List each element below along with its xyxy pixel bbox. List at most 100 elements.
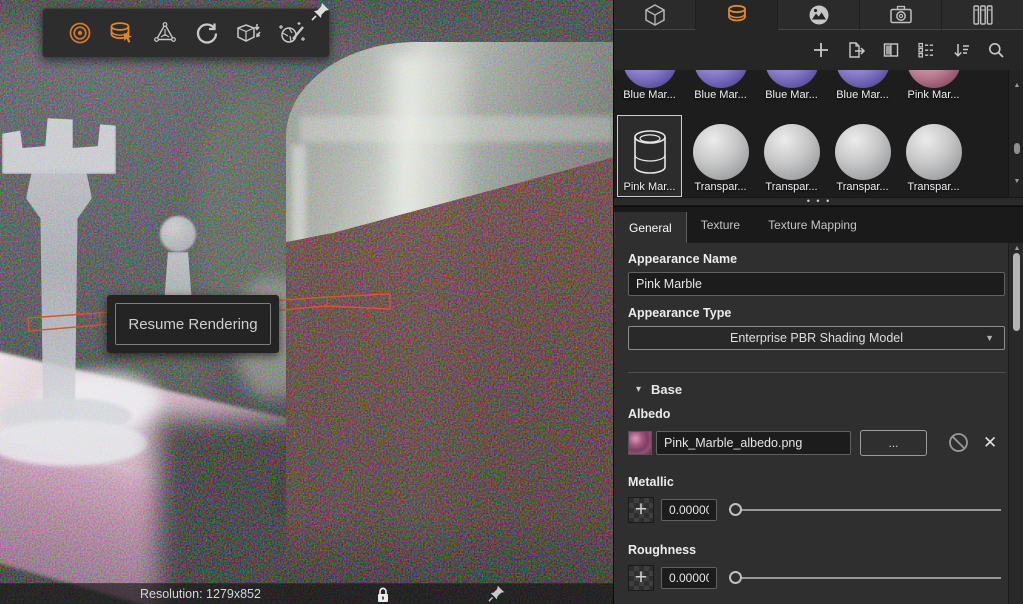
metallic-value-input[interactable]: [661, 499, 717, 521]
roughness-slider[interactable]: [729, 565, 1001, 591]
paint-apply-tool-icon[interactable]: [107, 18, 137, 48]
material-sphere-preview: [836, 70, 890, 88]
slider-handle[interactable]: [729, 503, 742, 516]
metallic-row: +: [628, 497, 1010, 524]
tab-texture[interactable]: Texture: [687, 207, 754, 243]
scroll-up-icon[interactable]: ▲: [1009, 82, 1023, 89]
scene-dark-floor: [158, 418, 348, 604]
rotate-tool-icon[interactable]: [192, 18, 222, 48]
albedo-texture-thumbnail[interactable]: [628, 431, 652, 455]
appearance-name-label: Appearance Name: [628, 252, 737, 266]
material-tile-selected[interactable]: Pink Mar...: [617, 115, 682, 197]
property-tab-bar: General Texture Texture Mapping: [614, 206, 1023, 243]
scene-glass-rook-base: [0, 398, 132, 434]
scene-glass-edge: [292, 145, 306, 590]
resolution-label: Resolution: 1279x852: [140, 584, 261, 604]
base-section-label: Base: [651, 382, 682, 397]
slider-track: [737, 577, 1001, 579]
scroll-up-icon[interactable]: ▲: [1009, 245, 1023, 252]
material-tile[interactable]: Blue Mar...: [685, 70, 756, 104]
scene-marble-tray-front: [0, 428, 318, 604]
object-tool-icon[interactable]: [234, 18, 264, 48]
paint-can-icon: [632, 129, 668, 177]
move-tool-icon[interactable]: [150, 18, 180, 48]
material-tile[interactable]: Blue Mar...: [827, 70, 898, 104]
slider-handle[interactable]: [729, 571, 742, 584]
browse-texture-button[interactable]: ...: [860, 430, 927, 456]
library-toolbar: [614, 30, 1023, 70]
add-roughness-texture-button[interactable]: +: [628, 565, 654, 591]
paint-bucket-icon: [724, 2, 750, 28]
material-sphere-preview: [906, 124, 962, 180]
statusbar-pin-icon[interactable]: [488, 585, 505, 602]
split-view-icon[interactable]: [881, 40, 901, 60]
tab-appearances[interactable]: [696, 0, 778, 30]
scroll-thumb[interactable]: [1014, 143, 1020, 154]
scene-highlight: [38, 372, 162, 434]
scroll-thumb[interactable]: [1013, 253, 1020, 331]
add-metallic-texture-button[interactable]: +: [628, 497, 654, 523]
render-tool-icon[interactable]: [277, 18, 307, 48]
appearance-type-dropdown[interactable]: Enterprise PBR Shading Model ▼: [628, 326, 1005, 350]
clear-texture-icon[interactable]: ✕: [983, 430, 997, 455]
scene-glass-highlight: [378, 55, 478, 585]
albedo-row: ... ✕: [628, 429, 1010, 457]
roughness-value-input[interactable]: [661, 567, 717, 589]
disable-texture-icon[interactable]: [948, 432, 969, 453]
material-tile[interactable]: Blue Mar...: [614, 70, 685, 104]
palette-pin-icon[interactable]: [311, 2, 330, 21]
tab-environments[interactable]: [778, 0, 860, 30]
material-tile[interactable]: Blue Mar...: [756, 70, 827, 104]
sort-icon[interactable]: [951, 40, 971, 60]
material-tile[interactable]: Pink Mar...: [898, 70, 969, 104]
tab-libraries[interactable]: [942, 0, 1023, 30]
panel-tab-bar: [614, 0, 1023, 30]
material-tile[interactable]: Transpar...: [898, 114, 969, 196]
material-label: Pink Mar...: [624, 180, 676, 194]
environment-image-icon: [806, 2, 832, 28]
material-row-main: Pink Mar... Transpar... Transpar... Tran…: [614, 114, 969, 196]
library-scrollbar[interactable]: ▲ ▼: [1008, 70, 1023, 197]
appearance-panel: Blue Mar... Blue Mar... Blue Mar... Blue…: [613, 0, 1023, 604]
resume-rendering-button[interactable]: Resume Rendering: [107, 295, 279, 353]
panel-splitter-handle[interactable]: • • •: [614, 197, 1023, 206]
collapse-caret-icon: ▾: [636, 384, 641, 395]
chevron-down-icon: ▼: [985, 333, 994, 343]
metallic-slider[interactable]: [729, 497, 1001, 523]
material-sphere-preview: [694, 70, 748, 88]
render-noise-overlay: [0, 0, 613, 604]
scene-glass-rook-body: [26, 168, 92, 420]
search-icon[interactable]: [986, 40, 1006, 60]
details-view-icon[interactable]: [916, 40, 936, 60]
tab-texture-mapping[interactable]: Texture Mapping: [754, 207, 871, 243]
render-viewport[interactable]: Resume Rendering Resolution: 1279x852: [0, 0, 613, 604]
scene-marble-tray-top: [0, 345, 292, 517]
camera-icon: [888, 2, 914, 28]
lock-icon[interactable]: [376, 587, 390, 603]
add-appearance-icon[interactable]: [811, 40, 831, 60]
scene-glass-rook-battlement: [2, 112, 116, 174]
target-tool-icon[interactable]: [65, 18, 95, 48]
properties-scrollbar[interactable]: ▲: [1008, 243, 1023, 604]
appearance-name-input[interactable]: [628, 272, 1005, 296]
albedo-file-input[interactable]: [656, 431, 851, 455]
import-icon[interactable]: [846, 40, 866, 60]
material-tile[interactable]: Transpar...: [756, 114, 827, 196]
slider-track: [737, 509, 1001, 511]
tab-models[interactable]: [614, 0, 696, 30]
tab-general[interactable]: General: [614, 212, 687, 243]
roughness-label: Roughness: [628, 543, 696, 557]
material-label: Blue Mar...: [623, 88, 676, 102]
material-sphere-preview: [623, 70, 677, 88]
material-tile[interactable]: Transpar...: [685, 114, 756, 196]
viewport-tool-palette: [42, 8, 330, 58]
tab-cameras[interactable]: [860, 0, 942, 30]
material-row-partial: Blue Mar... Blue Mar... Blue Mar... Blue…: [614, 70, 969, 104]
albedo-label: Albedo: [628, 407, 670, 421]
base-section-header[interactable]: ▾ Base: [636, 382, 682, 397]
appearance-library-list: Blue Mar... Blue Mar... Blue Mar... Blue…: [614, 70, 1008, 197]
material-tile[interactable]: Transpar...: [827, 114, 898, 196]
scroll-down-icon[interactable]: ▼: [1009, 178, 1023, 185]
selection-outline: [0, 0, 613, 604]
material-label: Transpar...: [907, 180, 959, 194]
